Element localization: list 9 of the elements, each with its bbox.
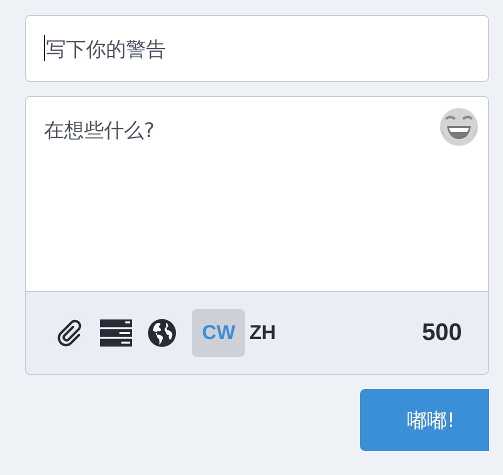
content-warning-field[interactable]: 写下你的警告: [25, 15, 489, 82]
globe-icon[interactable]: [146, 317, 178, 349]
submit-button[interactable]: 嘟嘟!: [360, 389, 489, 451]
language-button[interactable]: ZH: [247, 309, 278, 357]
compose-field[interactable]: 在想些什么?: [44, 117, 428, 157]
character-counter: 500: [422, 319, 462, 347]
laughing-emoji-icon[interactable]: [439, 107, 479, 147]
content-warning-toggle[interactable]: CW: [192, 309, 246, 357]
poll-icon[interactable]: [100, 317, 132, 349]
